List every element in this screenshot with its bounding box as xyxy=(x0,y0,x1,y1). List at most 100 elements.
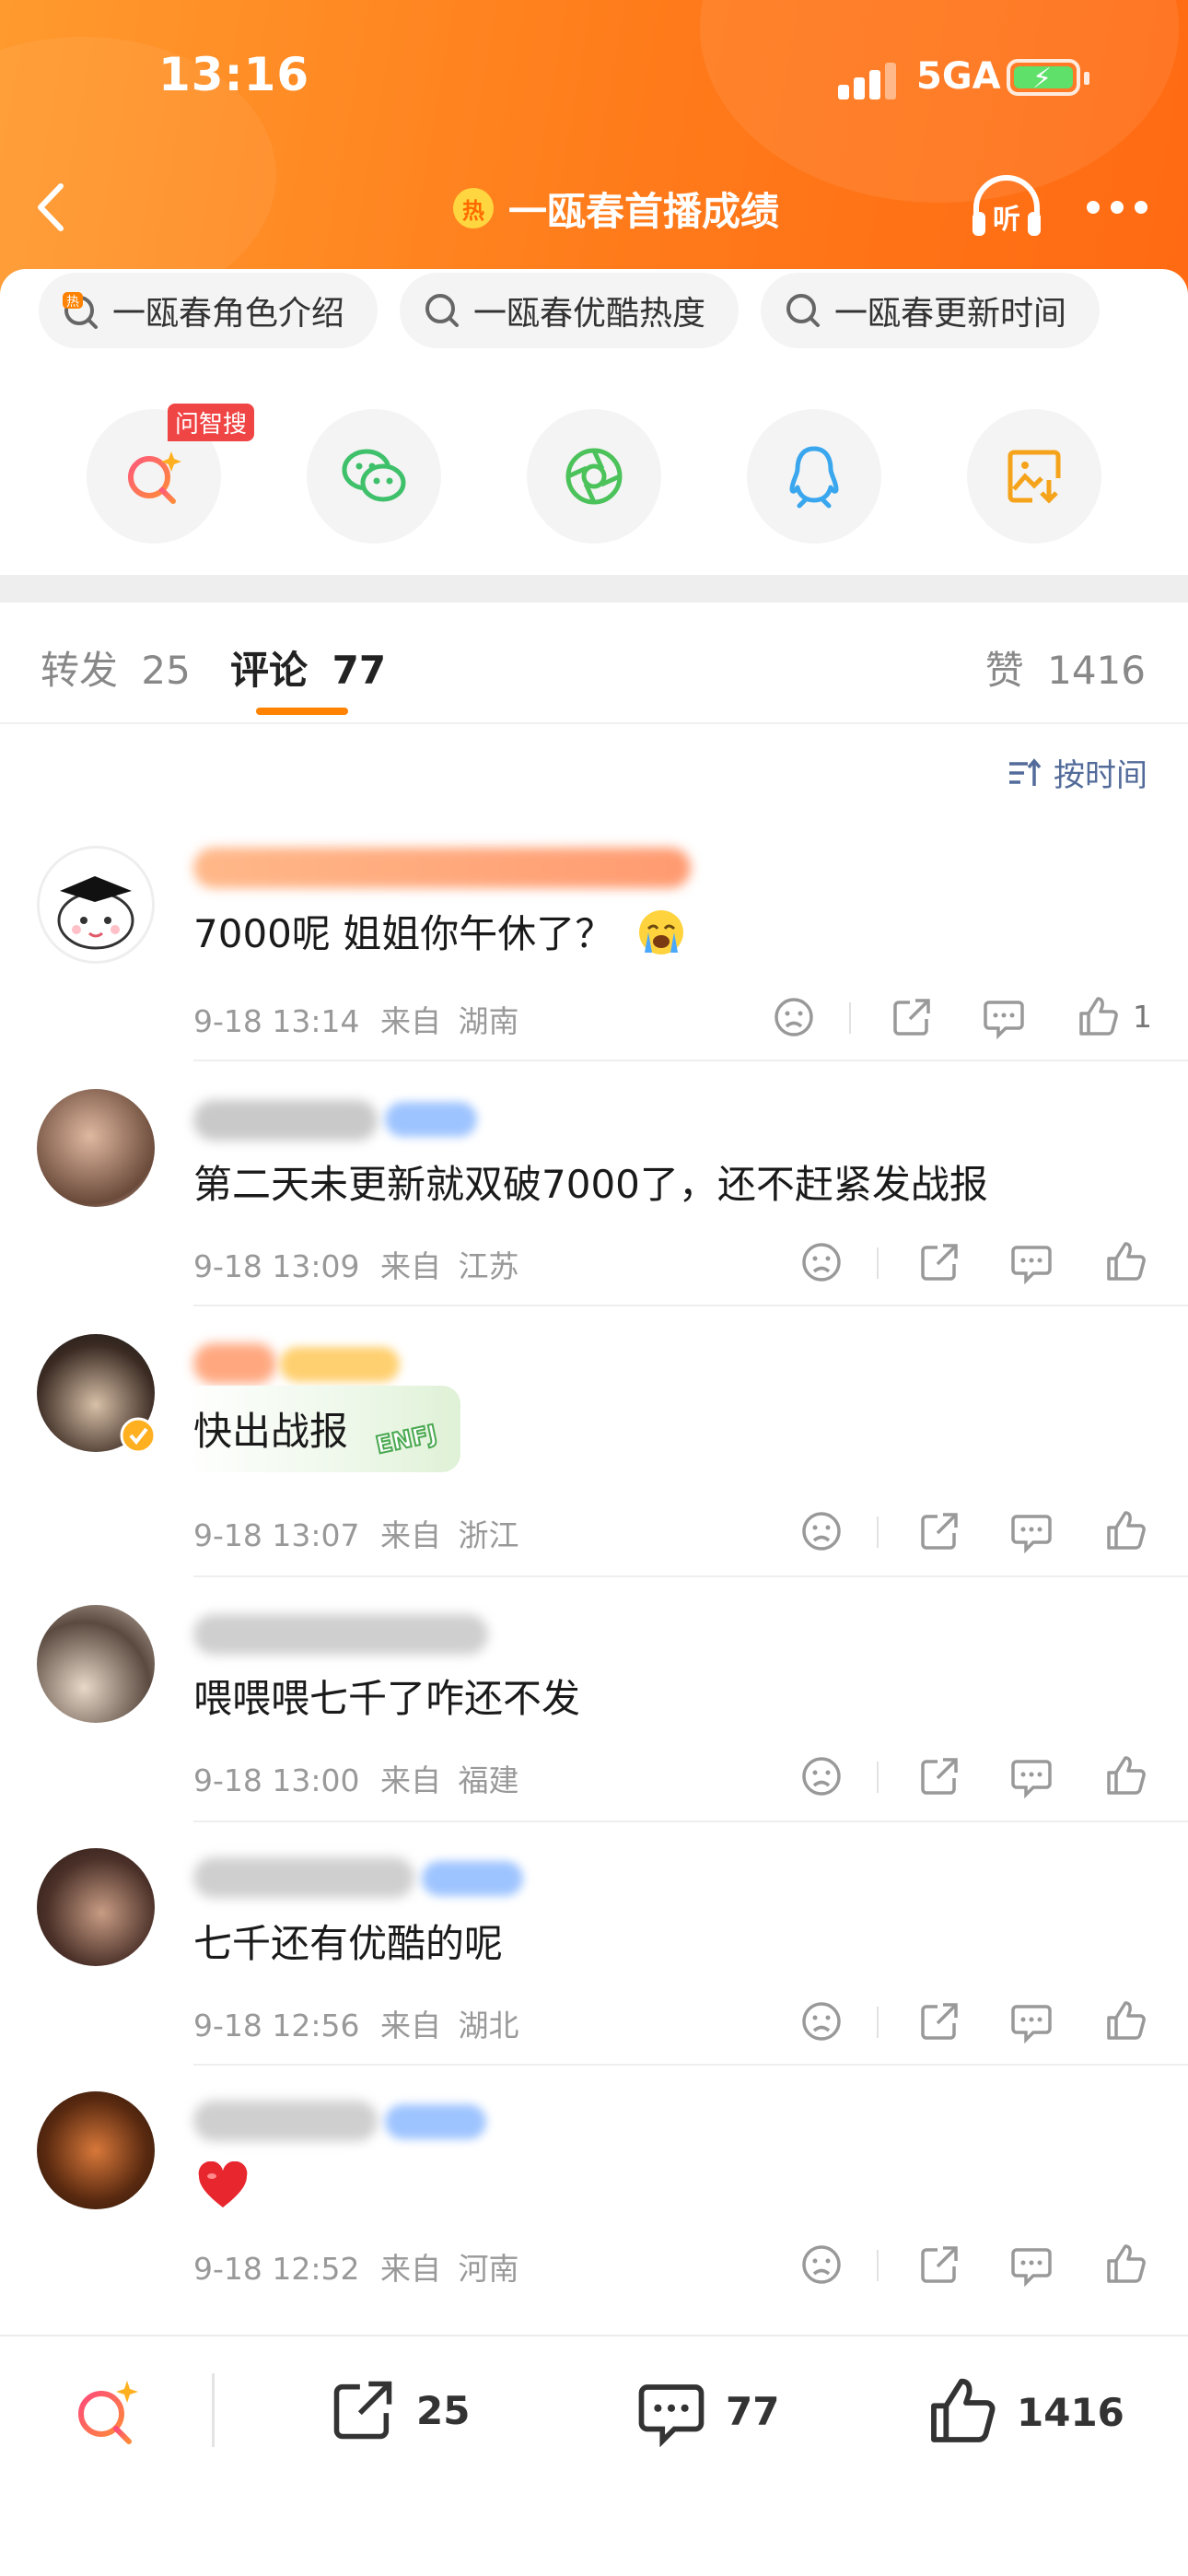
like-icon[interactable] xyxy=(1076,995,1120,1039)
like-icon xyxy=(931,2378,996,2442)
avatar[interactable] xyxy=(37,1089,155,1207)
avatar[interactable] xyxy=(37,2091,155,2209)
comment-from: 来自 xyxy=(380,1003,441,1039)
comment-actions: 1 xyxy=(772,995,1159,1041)
search-chip[interactable]: 热 一瓯春角色介绍 xyxy=(39,273,379,348)
username-blurred[interactable] xyxy=(193,1343,276,1384)
comment-actions xyxy=(799,1509,1168,1555)
sort-by-time-button[interactable]: 按时间 xyxy=(1006,750,1147,795)
signal-icon xyxy=(838,59,899,100)
like-button[interactable]: 1416 xyxy=(925,2375,1124,2449)
comment-icon[interactable] xyxy=(1009,2242,1054,2287)
comment-item: 喂喂喂七千了咋还不发 9-18 13:00 来自 福建 xyxy=(0,1605,1188,1822)
repost-icon[interactable] xyxy=(890,995,934,1039)
search-chip[interactable]: 一瓯春更新时间 xyxy=(761,273,1101,348)
like-icon[interactable] xyxy=(1103,1240,1147,1284)
like-icon[interactable] xyxy=(1103,1999,1147,2043)
moments-icon xyxy=(565,448,623,505)
comment-time: 9-18 13:14 xyxy=(193,1003,360,1039)
tab-comment-count: 77 xyxy=(332,648,387,693)
avatar[interactable] xyxy=(37,1605,155,1723)
tab-repost-label: 转发 xyxy=(41,648,119,693)
comment-count: 77 xyxy=(726,2388,780,2434)
svg-text:听: 听 xyxy=(993,204,1020,236)
comment-icon[interactable] xyxy=(1009,1240,1054,1284)
username-blurred[interactable] xyxy=(193,1100,378,1141)
repost-icon[interactable] xyxy=(917,2242,961,2287)
like-icon[interactable] xyxy=(1103,2242,1147,2287)
comment-divider xyxy=(193,1060,1188,1061)
repost-icon[interactable] xyxy=(917,1999,961,2043)
comment-text: 第二天未更新就双破7000了，还不赶紧发战报 xyxy=(193,1162,988,1207)
dislike-icon[interactable] xyxy=(799,1754,844,1798)
ai-search-button[interactable]: 问智搜 xyxy=(87,404,255,544)
comment-time: 9-18 13:07 xyxy=(193,1517,360,1553)
repost-icon[interactable] xyxy=(917,1754,961,1798)
username-blurred[interactable] xyxy=(193,1857,414,1898)
comment-icon[interactable] xyxy=(1009,1509,1054,1553)
verified-badge-icon xyxy=(120,1417,157,1454)
comment-divider xyxy=(193,1575,1188,1577)
search-chip[interactable]: 一瓯春优酷热度 xyxy=(400,273,740,348)
bottom-action-bar: 25 77 1416 xyxy=(0,2335,1188,2576)
active-tab-indicator xyxy=(256,708,348,715)
tab-comment[interactable]: 评论 77 xyxy=(230,639,386,696)
dislike-icon[interactable] xyxy=(799,2242,844,2287)
share-qq-button[interactable] xyxy=(747,409,881,544)
ai-search-icon[interactable] xyxy=(70,2375,144,2449)
comment-icon[interactable] xyxy=(1009,1754,1054,1798)
action-separator xyxy=(877,1247,879,1279)
action-separator xyxy=(877,1762,879,1793)
dislike-icon[interactable] xyxy=(799,1509,844,1553)
comment-button[interactable]: 77 xyxy=(635,2375,779,2447)
avatar[interactable] xyxy=(37,846,155,964)
network-type: 5GA xyxy=(916,55,1001,98)
heart-emoji-icon xyxy=(198,2161,248,2207)
dislike-icon[interactable] xyxy=(772,995,816,1039)
comment-location: 浙江 xyxy=(458,1517,519,1553)
comment-actions xyxy=(799,1754,1168,1800)
status-time: 13:16 xyxy=(158,48,310,101)
repost-icon[interactable] xyxy=(917,1509,961,1553)
comment-meta: 9-18 12:56 来自 湖北 xyxy=(193,2001,519,2045)
dislike-icon[interactable] xyxy=(799,1240,844,1284)
dislike-icon[interactable] xyxy=(799,1999,844,2043)
listen-headphones-icon[interactable]: 听 xyxy=(969,175,1044,241)
back-icon[interactable] xyxy=(28,175,74,240)
username-blurred[interactable] xyxy=(193,848,691,888)
top-header: 13:16 5GA ⚡ 热 一瓯春首播成绩 听 xyxy=(0,0,1188,295)
comment-time: 9-18 13:00 xyxy=(193,1762,360,1798)
search-chip-label: 一瓯春优酷热度 xyxy=(473,295,706,333)
comment-text: 喂喂喂七千了咋还不发 xyxy=(193,1676,581,1721)
like-count: 1 xyxy=(1133,999,1152,1035)
tab-comment-label: 评论 xyxy=(230,648,309,693)
avatar-cartoon xyxy=(57,876,134,950)
search-chip-label: 一瓯春角色介绍 xyxy=(112,295,345,333)
comment-icon[interactable] xyxy=(1009,1999,1054,2043)
related-search-chips: 热 一瓯春角色介绍 一瓯春优酷热度 一瓯春更新时间 xyxy=(39,273,1101,348)
wenzhisou-badge: 问智搜 xyxy=(168,404,255,441)
share-wechat-button[interactable] xyxy=(307,409,441,544)
user-tag-blurred xyxy=(385,2104,486,2139)
repost-icon[interactable] xyxy=(917,1240,961,1284)
action-separator xyxy=(877,2007,879,2038)
comment-time: 9-18 12:56 xyxy=(193,2008,360,2043)
repost-button[interactable]: 25 xyxy=(328,2375,470,2445)
ai-search-icon xyxy=(128,451,181,504)
share-moments-button[interactable] xyxy=(527,409,661,544)
comment-icon[interactable] xyxy=(982,995,1026,1039)
avatar[interactable] xyxy=(37,1848,155,1966)
tab-likes[interactable]: 赞 1416 xyxy=(985,639,1146,696)
more-options-icon[interactable] xyxy=(1087,201,1151,216)
comment-actions xyxy=(799,2242,1168,2289)
like-icon[interactable] xyxy=(1103,1754,1147,1798)
username-blurred[interactable] xyxy=(193,1614,488,1655)
username-blurred[interactable] xyxy=(193,2101,378,2141)
header-decoration xyxy=(700,0,1179,203)
tab-repost[interactable]: 转发 25 xyxy=(41,639,191,696)
comment-text-content: 7000呢 姐姐你午休了？ xyxy=(193,911,614,956)
save-image-button[interactable] xyxy=(967,409,1101,544)
comment-meta: 9-18 13:09 来自 江苏 xyxy=(193,1242,519,1286)
wechat-icon xyxy=(342,449,406,502)
like-icon[interactable] xyxy=(1103,1509,1147,1553)
